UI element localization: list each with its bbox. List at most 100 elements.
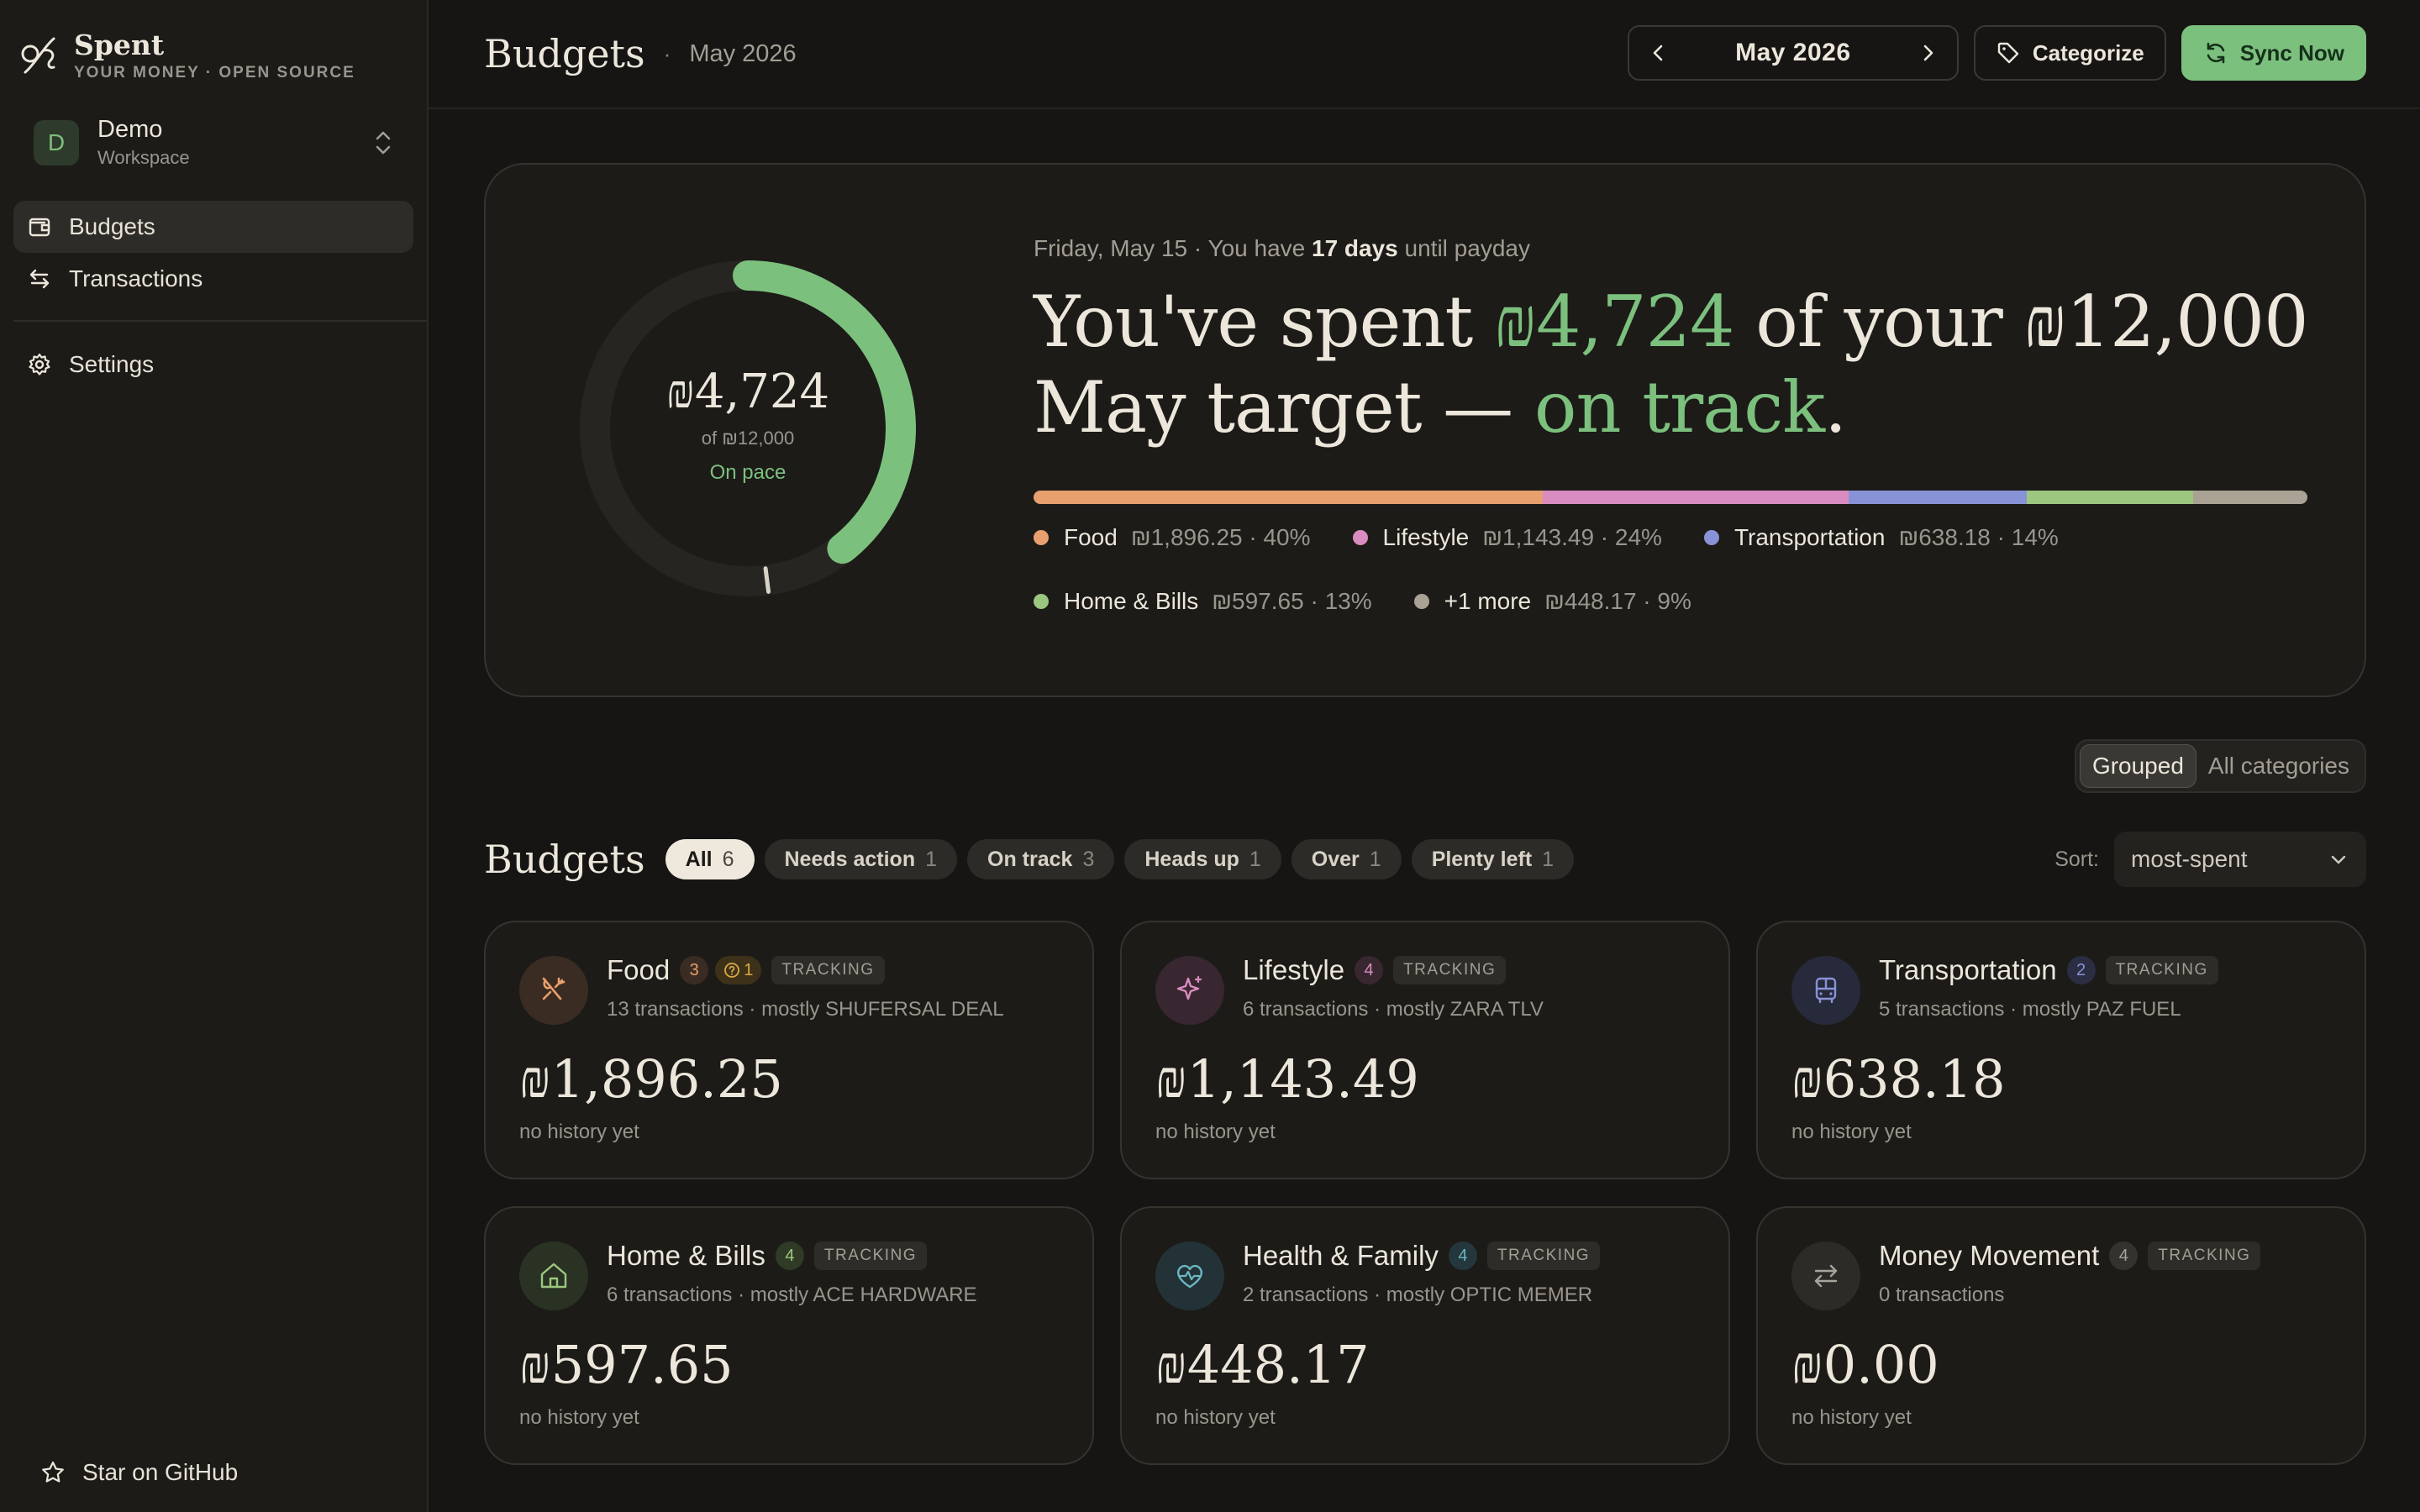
tracking-tag: TRACKING xyxy=(813,1242,928,1270)
filter-chip[interactable]: All 6 xyxy=(665,839,755,879)
card-amount: ₪1,896.25 xyxy=(519,1048,783,1110)
budget-card[interactable]: Lifestyle 4 TRACKING 6 transactions · mo… xyxy=(1120,921,1730,1179)
group-count-badge: 2 xyxy=(2066,956,2096,984)
filter-chip-label: Over xyxy=(1311,847,1360,871)
budget-card[interactable]: Health & Family 4 TRACKING 2 transaction… xyxy=(1120,1206,1730,1465)
tracking-tag: TRACKING xyxy=(1486,1242,1601,1270)
filter-chip[interactable]: Heads up 1 xyxy=(1124,839,1281,879)
arrows-icon xyxy=(1814,1264,1838,1288)
budget-card[interactable]: Transportation 2 TRACKING 5 transactions… xyxy=(1756,921,2366,1179)
ring-target-amount: of ₪12,000 xyxy=(701,427,795,449)
headline-text: of your xyxy=(1755,281,2003,363)
ring-center: ₪4,724 of ₪12,000 On pace xyxy=(578,259,918,598)
filter-chip-count: 1 xyxy=(1369,847,1381,871)
brand[interactable]: Spent YOUR MONEY · OPEN SOURCE xyxy=(0,0,427,82)
spending-headline: You've spent ₪4,724 of your ₪12,000 May … xyxy=(1034,279,2311,450)
star-on-github-link[interactable]: Star on GitHub xyxy=(27,1446,238,1499)
group-count-badge: 4 xyxy=(775,1242,804,1270)
section-title: Budgets xyxy=(484,837,645,882)
category-icon-wrap xyxy=(519,1242,588,1310)
warning-badge[interactable]: 1 xyxy=(715,956,762,984)
divider xyxy=(13,320,427,322)
workspace-avatar: D xyxy=(34,119,79,165)
group-count-badge: 4 xyxy=(1448,1242,1477,1270)
budget-filters: Budgets All 6 Needs action 1 On track 3 Heads … xyxy=(484,837,1584,882)
card-title: Health & Family xyxy=(1243,1240,1439,1271)
budget-summary-card: ₪4,724 of ₪12,000 On pace Friday, May 15… xyxy=(484,163,2366,697)
legend-item: Lifestyle ₪1,143.49 · 24% xyxy=(1352,522,1662,553)
home-icon xyxy=(540,1263,567,1289)
legend-name: Home & Bills xyxy=(1064,588,1199,614)
filter-chip-label: Needs action xyxy=(784,847,916,871)
tracking-tag: TRACKING xyxy=(1393,956,1507,984)
budget-card[interactable]: Food 3 1 TRACKING 13 transactions · most… xyxy=(484,921,1094,1179)
chevron-right-icon[interactable] xyxy=(1917,42,1939,64)
legend-dot xyxy=(1413,594,1429,609)
card-amount: ₪597.65 xyxy=(519,1334,734,1395)
filter-chip[interactable]: Needs action 1 xyxy=(764,839,958,879)
filter-chip-count: 3 xyxy=(1082,847,1095,871)
sync-now-button[interactable]: Sync Now xyxy=(2181,25,2366,81)
card-title: Lifestyle xyxy=(1243,954,1345,985)
sidebar-item-budgets[interactable]: Budgets xyxy=(13,201,413,253)
utensils-icon xyxy=(542,977,566,1000)
filter-chip-label: On track xyxy=(987,847,1073,871)
date-suffix: until payday xyxy=(1404,235,1530,261)
filter-chip-count: 1 xyxy=(925,847,938,871)
headline-text: You've spent xyxy=(1034,281,1473,363)
card-subtitle: 2 transactions · mostly OPTIC MEMER xyxy=(1243,1284,1593,1306)
month-picker: May 2026 xyxy=(1627,25,1959,81)
page-subtitle-month: May 2026 xyxy=(689,39,797,67)
sort-label: Sort: xyxy=(2054,847,2099,871)
filter-chips: All 6 Needs action 1 On track 3 Heads up 1 Over 1… xyxy=(665,839,1584,879)
card-title: Money Movement xyxy=(1879,1240,2100,1271)
all-categories-toggle[interactable]: All categories xyxy=(2196,745,2361,787)
tracking-tag: TRACKING xyxy=(771,956,885,984)
headline-period: . xyxy=(1824,366,1847,449)
filter-chip[interactable]: Over 1 xyxy=(1291,839,1402,879)
warning-count: 1 xyxy=(744,960,754,979)
group-count-badge: 3 xyxy=(680,956,709,984)
legend-value: ₪597.65 · 13% xyxy=(1212,588,1372,614)
legend-dot xyxy=(1034,530,1049,545)
ring-spent-amount: ₪4,724 xyxy=(666,364,830,419)
sort-select[interactable]: most-spent xyxy=(2114,832,2366,887)
legend-item: Home & Bills ₪597.65 · 13% xyxy=(1034,586,1372,617)
brand-name: Spent xyxy=(74,29,165,61)
split-bar-segment xyxy=(1034,491,1544,504)
month-picker-label[interactable]: May 2026 xyxy=(1735,39,1850,67)
card-subtitle: 6 transactions · mostly ZARA TLV xyxy=(1243,998,1544,1021)
legend-name: +1 more xyxy=(1444,588,1532,614)
filter-chip-count: 6 xyxy=(722,847,734,871)
budget-cards-grid: Food 3 1 TRACKING 13 transactions · most… xyxy=(484,921,2366,1465)
workspace-subtitle: Workspace xyxy=(97,147,190,168)
sidebar-item-transactions[interactable]: Transactions xyxy=(13,253,413,305)
budget-card[interactable]: Money Movement 4 TRACKING 0 transactions… xyxy=(1756,1206,2366,1465)
swap-arrows-icon xyxy=(29,269,50,289)
card-title: Home & Bills xyxy=(607,1240,765,1271)
category-icon-wrap xyxy=(1155,1242,1224,1310)
categorize-button[interactable]: Categorize xyxy=(1973,25,2166,81)
group-count-badge: 4 xyxy=(1355,956,1384,984)
card-subtitle: 13 transactions · mostly SHUFERSAL DEAL xyxy=(607,998,1004,1021)
grouped-toggle[interactable]: Grouped xyxy=(2079,744,2196,788)
date-prefix: Friday, May 15 · You have xyxy=(1034,235,1306,261)
filter-chip[interactable]: Plenty left 1 xyxy=(1411,839,1575,879)
workspace-switcher[interactable]: D Demo Workspace xyxy=(34,116,412,169)
category-icon-wrap xyxy=(519,956,588,1025)
chevron-left-icon[interactable] xyxy=(1648,42,1670,64)
filter-chip[interactable]: On track 3 xyxy=(967,839,1115,879)
category-split-bar xyxy=(1034,491,2307,504)
main-content: Budgets · May 2026 May 2026 Categorize S… xyxy=(429,0,2420,1512)
filter-chip-count: 1 xyxy=(1542,847,1555,871)
category-legend: Food ₪1,896.25 · 40% Lifestyle ₪1,143.49 · … xyxy=(1034,522,2311,617)
card-amount: ₪448.17 xyxy=(1155,1334,1370,1395)
legend-item[interactable]: +1 more ₪448.17 · 9% xyxy=(1413,586,1691,617)
filter-chip-count: 1 xyxy=(1249,847,1261,871)
budget-card[interactable]: Home & Bills 4 TRACKING 6 transactions ·… xyxy=(484,1206,1094,1465)
split-bar-segment xyxy=(1849,491,2028,504)
sidebar-item-label: Settings xyxy=(69,351,155,377)
sidebar-item-settings[interactable]: Settings xyxy=(13,339,413,391)
card-title: Food xyxy=(607,954,671,985)
sidebar-nav: Budgets Transactions Settings xyxy=(0,201,427,391)
